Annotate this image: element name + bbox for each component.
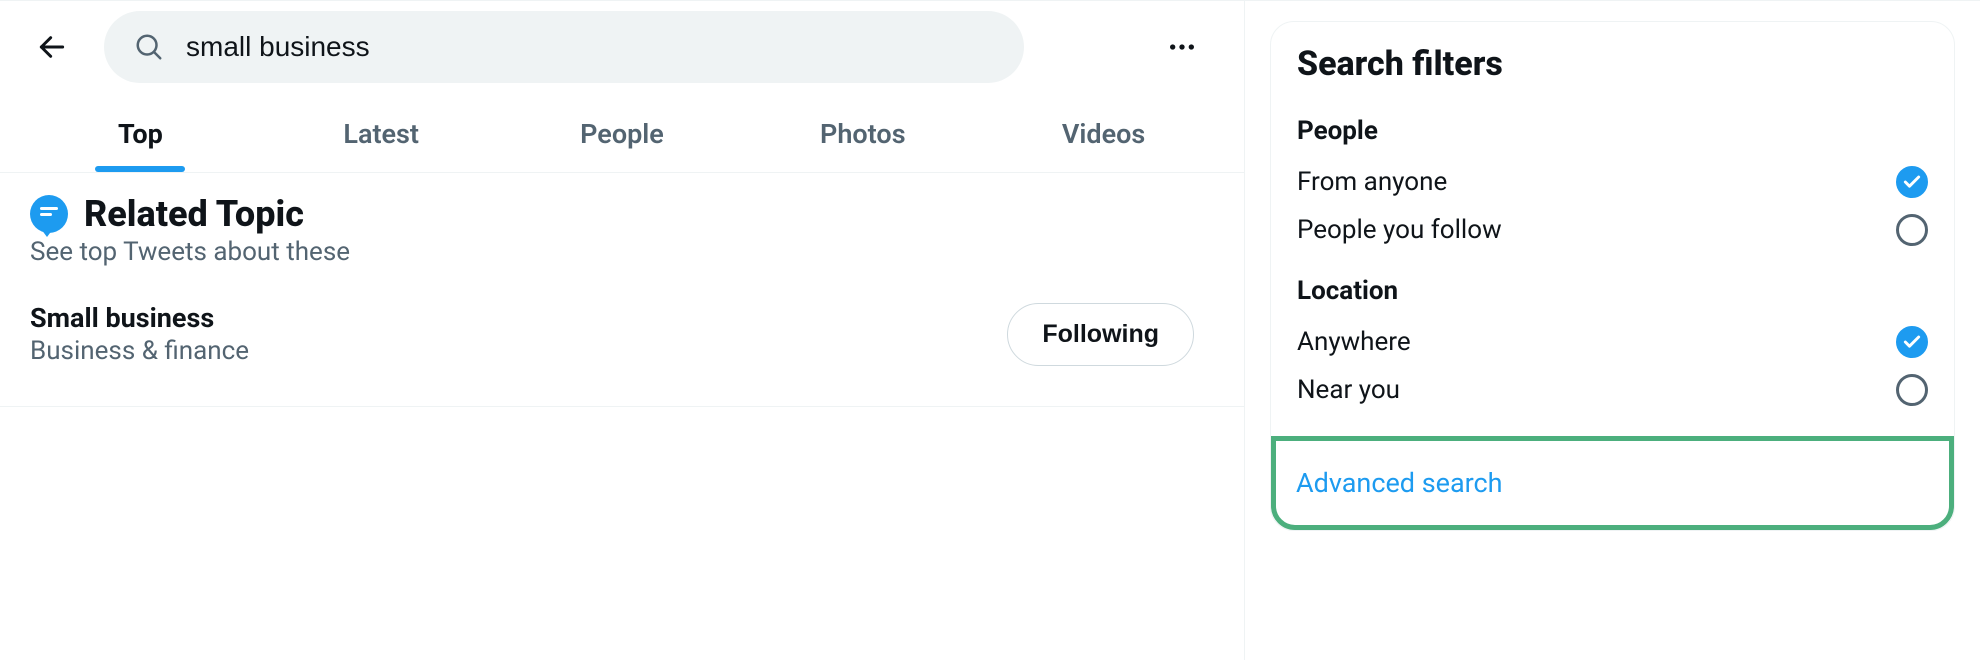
topic-info: Small business Business & finance [30,302,249,366]
back-arrow-icon [36,31,68,63]
related-topic-subtitle: See top Tweets about these [30,237,1214,267]
filter-group-title: Location [1297,276,1928,306]
radio-checked-icon [1896,166,1928,198]
topic-name[interactable]: Small business [30,302,249,334]
topic-category: Business & finance [30,336,249,366]
filter-group-location: Location Anywhere Near you [1271,262,1954,422]
radio-checked-icon [1896,326,1928,358]
sidebar: Search filters People From anyone People… [1245,0,1980,660]
search-filters-title: Search filters [1271,44,1954,102]
advanced-search-link[interactable]: Advanced search [1296,467,1503,499]
topic-row: Small business Business & finance Follow… [30,267,1214,386]
radio-unchecked-icon [1896,374,1928,406]
tab-top[interactable]: Top [20,93,261,172]
related-topic-section: Related Topic See top Tweets about these… [0,173,1244,407]
search-input[interactable] [186,31,994,63]
filter-option-label: Near you [1297,375,1400,405]
filter-option-from-anyone[interactable]: From anyone [1297,158,1928,206]
filter-group-people: People From anyone People you follow [1271,102,1954,262]
tab-photos[interactable]: Photos [742,93,983,172]
tab-videos[interactable]: Videos [983,93,1224,172]
lines-icon [40,207,58,221]
search-bar[interactable] [104,11,1024,83]
filter-group-title: People [1297,116,1928,146]
filter-option-label: From anyone [1297,167,1447,197]
filter-option-label: People you follow [1297,215,1502,245]
more-options-button[interactable] [1160,25,1204,69]
filter-option-people-you-follow[interactable]: People you follow [1297,206,1928,254]
tabs-row: Top Latest People Photos Videos [0,93,1244,173]
tab-latest[interactable]: Latest [261,93,502,172]
following-button[interactable]: Following [1007,303,1194,366]
more-horizontal-icon [1166,31,1198,63]
topic-icon [30,195,68,233]
filter-option-near-you[interactable]: Near you [1297,366,1928,414]
filter-option-anywhere[interactable]: Anywhere [1297,318,1928,366]
search-filters-card: Search filters People From anyone People… [1270,21,1955,531]
related-topic-header: Related Topic [30,193,1214,235]
radio-unchecked-icon [1896,214,1928,246]
back-button[interactable] [30,25,74,69]
advanced-search-highlight: Advanced search [1271,436,1954,530]
main-column: Top Latest People Photos Videos Related … [0,0,1245,660]
search-header [0,1,1244,93]
filter-option-label: Anywhere [1297,327,1411,357]
search-icon [134,32,164,62]
related-topic-title: Related Topic [84,193,304,235]
tab-people[interactable]: People [502,93,743,172]
